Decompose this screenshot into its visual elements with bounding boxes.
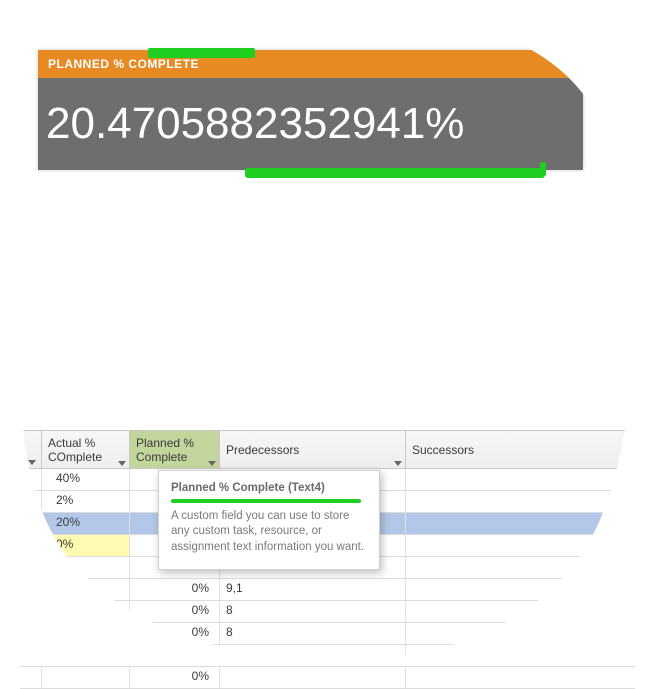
annotation-marker [171, 499, 361, 503]
cell-predecessors[interactable]: 8 [220, 623, 406, 644]
cell-successors[interactable] [406, 535, 635, 556]
column-header-planned-complete[interactable]: Planned % Complete [130, 431, 220, 468]
cell-planned[interactable]: 0% [130, 667, 220, 688]
cell-predecessors[interactable] [220, 667, 406, 688]
column-tooltip: Planned % Complete (Text4) A custom fiel… [158, 470, 380, 570]
column-header-actual-complete[interactable]: Actual % COmplete [42, 431, 130, 468]
cell-actual[interactable]: 40% [42, 469, 130, 490]
cell-predecessors[interactable]: 9 [220, 645, 406, 666]
row-selector-handle[interactable] [14, 511, 26, 535]
dropdown-icon [394, 461, 402, 466]
kpi-header-label: PLANNED % COMPLETE [48, 57, 199, 71]
dropdown-icon [208, 461, 216, 466]
annotation-marker [245, 168, 545, 178]
annotation-marker [148, 48, 255, 58]
cell-successors[interactable] [406, 513, 635, 534]
column-label: Actual % COmplete [48, 437, 123, 465]
cell-planned[interactable]: 0% [130, 623, 220, 644]
column-label: Successors [412, 444, 629, 458]
cell-actual[interactable] [42, 623, 130, 644]
cell-planned[interactable]: 0% [130, 579, 220, 600]
cell-successors[interactable] [406, 491, 635, 512]
cell-successors[interactable] [406, 645, 635, 666]
table-row[interactable]: 0% [20, 667, 635, 689]
cell-actual[interactable] [42, 645, 130, 666]
cell-successors[interactable] [406, 469, 635, 490]
grid-header-row: Actual % COmplete Planned % Complete Pre… [20, 431, 635, 469]
cell-predecessors[interactable]: 9,1 [220, 579, 406, 600]
cell-actual[interactable] [42, 667, 130, 688]
cell-actual[interactable] [42, 557, 130, 578]
cell-planned[interactable]: 0% [130, 601, 220, 622]
table-row[interactable]: 0% 8 [20, 601, 635, 623]
cell-successors[interactable] [406, 601, 635, 622]
column-header-predecessors[interactable]: Predecessors [220, 431, 406, 468]
tooltip-title: Planned % Complete [171, 482, 285, 494]
tooltip-body: A custom field you can use to store any … [171, 509, 367, 556]
cell-actual[interactable]: 2% [42, 491, 130, 512]
tooltip-field-id: (Text4) [288, 482, 325, 494]
dropdown-icon [118, 461, 126, 466]
cell-actual[interactable]: 20% [42, 513, 130, 534]
table-row[interactable]: 0% 8 [20, 623, 635, 645]
kpi-value: 20.4705882352941% [46, 99, 464, 149]
column-label: Planned % Complete [136, 437, 213, 465]
cell-actual[interactable] [42, 601, 130, 622]
cell-predecessors[interactable]: 8 [220, 601, 406, 622]
cell-successors[interactable] [406, 557, 635, 578]
cell-successors[interactable] [406, 667, 635, 688]
kpi-body: 20.4705882352941% [38, 78, 583, 170]
cell-actual[interactable] [42, 579, 130, 600]
kpi-header: PLANNED % COMPLETE [38, 50, 583, 78]
cell-planned[interactable]: 0% [130, 645, 220, 666]
cell-successors[interactable] [406, 579, 635, 600]
column-header-successors[interactable]: Successors [406, 431, 635, 468]
dropdown-icon [28, 460, 36, 465]
cell-successors[interactable] [406, 623, 635, 644]
column-label: Predecessors [226, 444, 399, 458]
cell-actual[interactable]: 0% [42, 535, 130, 556]
kpi-planned-percent-card: PLANNED % COMPLETE 20.4705882352941% [38, 50, 583, 170]
table-row[interactable]: 0% 9,1 [20, 579, 635, 601]
column-header-expand[interactable] [20, 431, 42, 468]
table-row[interactable]: 0% 9 [20, 645, 635, 667]
